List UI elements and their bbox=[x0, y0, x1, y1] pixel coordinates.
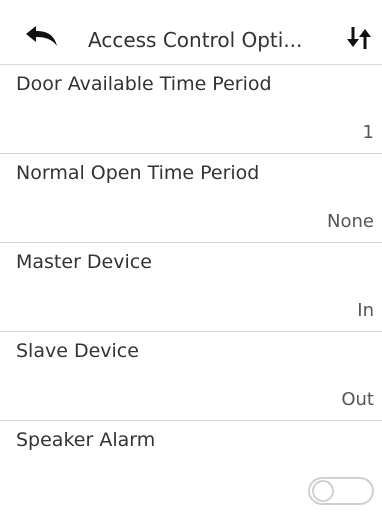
row-value: In bbox=[357, 300, 374, 321]
page-title: Access Control Opti... bbox=[88, 28, 303, 52]
row-value: None bbox=[327, 211, 374, 232]
speaker-alarm-row: Speaker Alarm bbox=[0, 421, 382, 509]
settings-list: Door Available Time Period 1 Normal Open… bbox=[0, 65, 382, 509]
slave-device-row[interactable]: Slave Device Out bbox=[0, 332, 382, 421]
header-bar: Access Control Opti... bbox=[0, 0, 382, 65]
row-value: Out bbox=[341, 389, 374, 410]
row-value: 1 bbox=[362, 122, 374, 143]
row-label: Slave Device bbox=[16, 340, 139, 362]
row-label: Normal Open Time Period bbox=[16, 162, 260, 184]
door-available-time-period-row[interactable]: Door Available Time Period 1 bbox=[0, 65, 382, 154]
back-arrow-icon[interactable] bbox=[24, 24, 58, 48]
row-label: Door Available Time Period bbox=[16, 73, 272, 95]
row-label: Speaker Alarm bbox=[16, 429, 156, 451]
normal-open-time-period-row[interactable]: Normal Open Time Period None bbox=[0, 154, 382, 243]
master-device-row[interactable]: Master Device In bbox=[0, 243, 382, 332]
toggle-knob bbox=[312, 480, 334, 502]
sort-icon[interactable] bbox=[345, 25, 373, 51]
speaker-alarm-toggle[interactable] bbox=[308, 477, 374, 505]
row-label: Master Device bbox=[16, 251, 152, 273]
